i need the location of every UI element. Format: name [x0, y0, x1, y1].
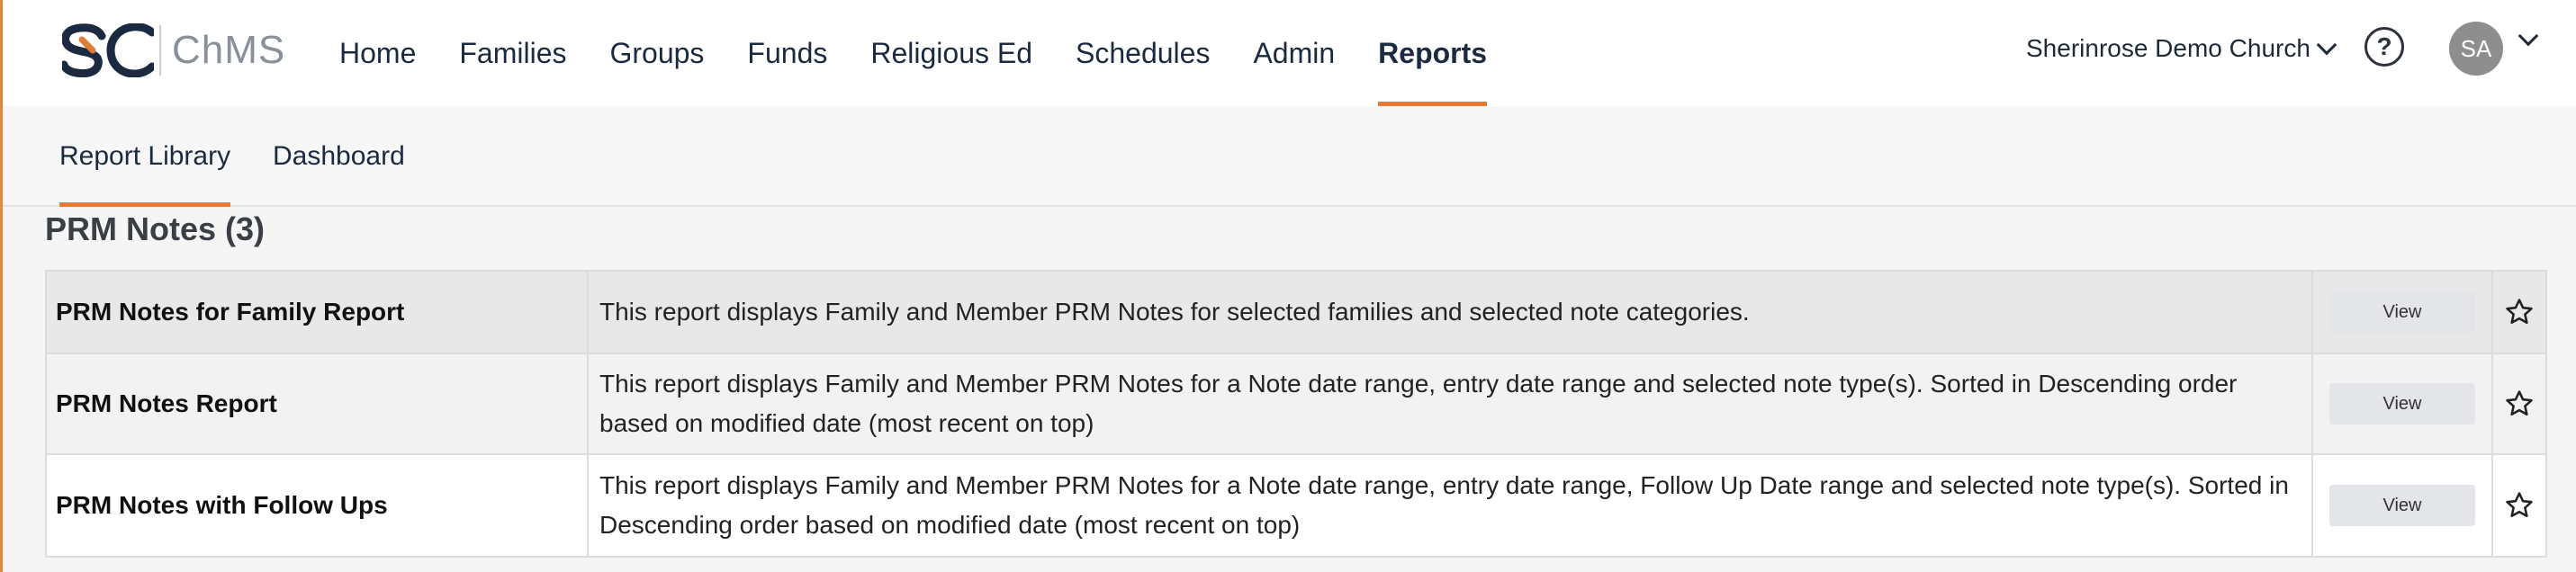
view-button[interactable]: View — [2329, 485, 2475, 526]
top-navbar: ChMS Home Families Groups Funds Religiou… — [3, 0, 2576, 106]
sc-logo-icon — [62, 23, 154, 77]
chevron-down-icon — [2316, 34, 2337, 56]
view-cell: View — [2313, 354, 2493, 453]
favorite-cell — [2493, 455, 2545, 556]
view-button[interactable]: View — [2329, 291, 2475, 333]
nav-schedules[interactable]: Schedules — [1076, 0, 1210, 106]
church-name: Sherinrose Demo Church — [2026, 34, 2310, 62]
nav-funds[interactable]: Funds — [747, 0, 827, 106]
tab-dashboard[interactable]: Dashboard — [273, 106, 405, 207]
section-title: PRM Notes (3) — [45, 210, 266, 247]
favorite-cell — [2493, 354, 2545, 453]
table-row: PRM Notes Report This report displays Fa… — [47, 354, 2545, 455]
tab-report-library[interactable]: Report Library — [59, 106, 231, 207]
nav-admin[interactable]: Admin — [1253, 0, 1335, 106]
nav-religious-ed[interactable]: Religious Ed — [870, 0, 1032, 106]
app-name: ChMS — [172, 28, 286, 72]
help-icon[interactable]: ? — [2364, 27, 2404, 67]
church-selector[interactable]: Sherinrose Demo Church — [2026, 31, 2337, 67]
nav-families[interactable]: Families — [459, 0, 566, 106]
brand[interactable]: ChMS — [62, 23, 285, 77]
table-row: PRM Notes with Follow Ups This report di… — [47, 455, 2545, 556]
report-description: This report displays Family and Member P… — [589, 354, 2313, 453]
star-icon[interactable] — [2504, 389, 2535, 419]
report-name: PRM Notes for Family Report — [47, 272, 589, 353]
reports-table: PRM Notes for Family Report This report … — [45, 270, 2547, 558]
nav-home[interactable]: Home — [339, 0, 416, 106]
report-description: This report displays Family and Member P… — [589, 272, 2313, 353]
report-name: PRM Notes with Follow Ups — [47, 455, 589, 556]
view-cell: View — [2313, 455, 2493, 556]
brand-divider — [159, 25, 161, 76]
star-icon[interactable] — [2504, 490, 2535, 521]
report-description: This report displays Family and Member P… — [589, 455, 2313, 556]
nav-reports[interactable]: Reports — [1378, 0, 1487, 106]
star-icon[interactable] — [2504, 297, 2535, 327]
favorite-cell — [2493, 272, 2545, 353]
sub-navbar: Report Library Dashboard — [3, 106, 2576, 207]
main-nav: Home Families Groups Funds Religious Ed … — [339, 0, 1530, 106]
report-name: PRM Notes Report — [47, 354, 589, 453]
chevron-down-icon[interactable] — [2517, 25, 2539, 47]
nav-groups[interactable]: Groups — [609, 0, 704, 106]
view-button[interactable]: View — [2329, 383, 2475, 425]
table-row: PRM Notes for Family Report This report … — [47, 272, 2545, 354]
view-cell: View — [2313, 272, 2493, 353]
avatar[interactable]: SA — [2449, 22, 2503, 76]
